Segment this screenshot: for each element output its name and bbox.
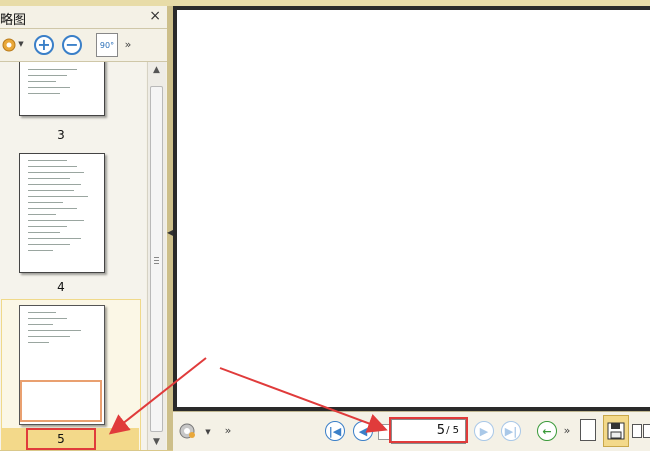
page-thumbnail-5[interactable]	[19, 305, 105, 425]
page-input-highlight-box	[389, 417, 468, 443]
thumbnail-label: 4	[57, 280, 65, 294]
more-icon[interactable]: »	[122, 37, 134, 51]
more-icon[interactable]: »	[561, 423, 573, 437]
panel-header: 略图 ×	[0, 6, 167, 29]
scrollbar-thumb[interactable]	[150, 86, 163, 432]
save-icon[interactable]	[603, 415, 629, 447]
document-page[interactable]	[177, 10, 650, 407]
thumbnail-label: 3	[57, 128, 65, 142]
close-panel-button[interactable]: ×	[149, 8, 161, 24]
panel-toolbar: ▼ + − 90° »	[0, 29, 167, 62]
gear-icon[interactable]	[0, 35, 18, 55]
zoom-in-icon[interactable]: +	[34, 35, 54, 55]
continuous-page-icon[interactable]	[643, 424, 650, 438]
more-icon[interactable]: »	[222, 423, 234, 437]
scroll-down-icon[interactable]: ▼	[150, 436, 163, 449]
visible-region-frame	[20, 380, 102, 422]
rotate-icon[interactable]: 90°	[96, 33, 118, 57]
first-page-icon[interactable]: |◀	[325, 421, 345, 441]
last-page-icon[interactable]: ▶|	[501, 421, 521, 441]
scroll-up-icon[interactable]: ▲	[150, 64, 163, 77]
document-view	[173, 6, 650, 411]
page-thumbnail-3[interactable]	[19, 62, 105, 116]
page-thumbnail-4[interactable]	[19, 153, 105, 273]
thumbnail-label: 5	[57, 432, 65, 446]
panel-title: 略图	[0, 13, 27, 28]
thumbnail-scrollbar[interactable]: ▲ ▼	[147, 62, 166, 450]
single-page-icon[interactable]	[580, 419, 596, 441]
back-icon[interactable]: ←	[537, 421, 557, 441]
previous-page-icon[interactable]: ◀	[353, 421, 373, 441]
gear-dropdown-chevron-icon[interactable]: ▼	[17, 39, 25, 49]
facing-page-icon[interactable]	[632, 424, 642, 438]
gear-dropdown-chevron-icon[interactable]: ▼	[204, 427, 212, 437]
next-page-icon[interactable]: ▶	[474, 421, 494, 441]
thumbnail-list: 3 4 5	[0, 62, 146, 450]
rotate-label: 90°	[99, 40, 115, 50]
zoom-out-icon[interactable]: −	[62, 35, 82, 55]
gear-icon[interactable]	[177, 420, 197, 442]
thumbnail-panel: 略图 × ▼ + − 90° » 3 4 5 ▲ ▼	[0, 6, 168, 450]
